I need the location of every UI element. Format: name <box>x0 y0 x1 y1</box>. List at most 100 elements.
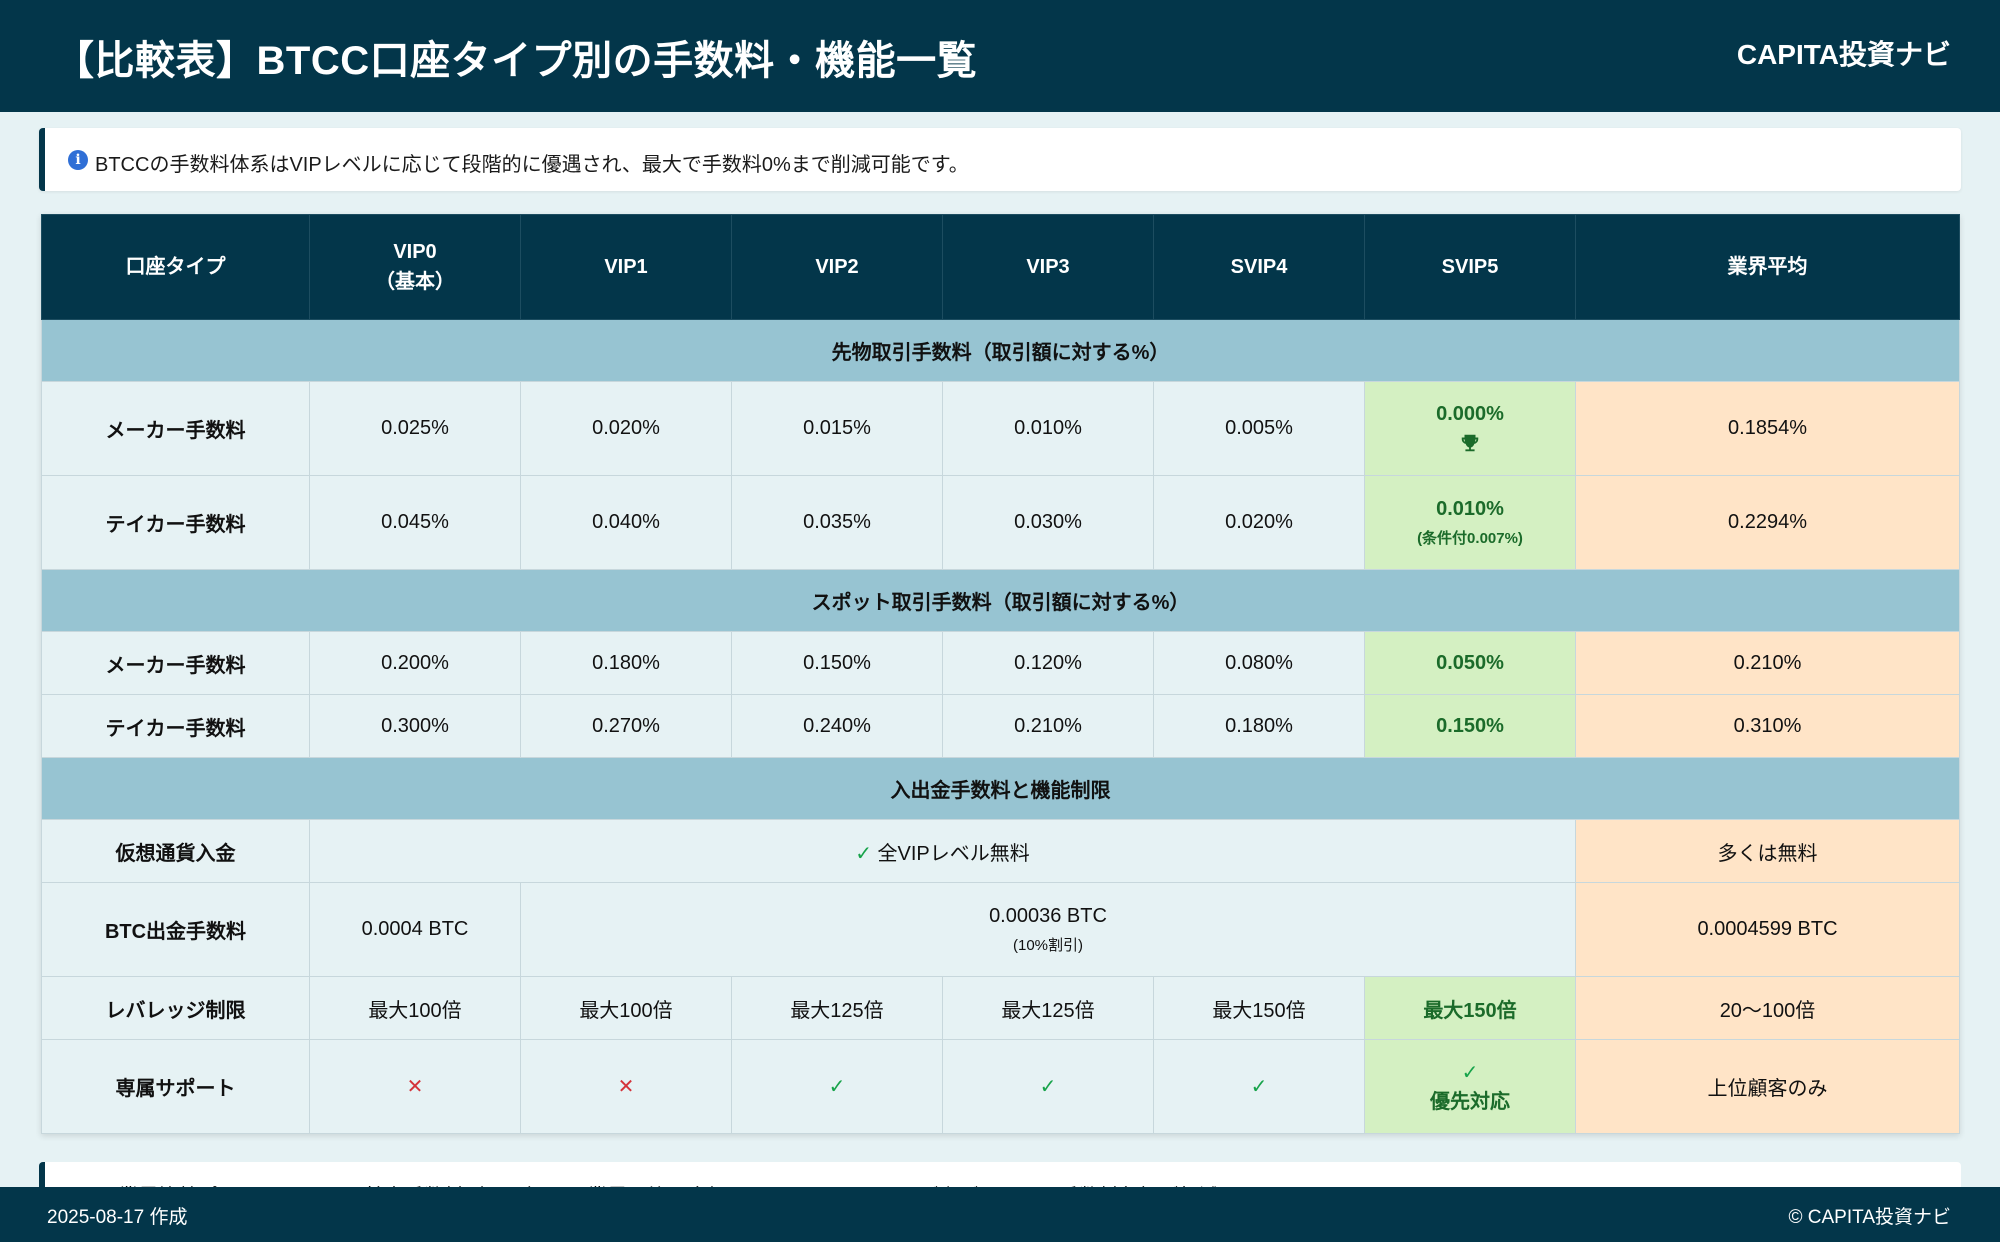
page-header: 【比較表】BTCC口座タイプ別の手数料・機能一覧 CAPITA投資ナビ <box>0 0 2000 112</box>
support-vip3: ✓ <box>942 1039 1154 1134</box>
notice-text: BTCCの手数料体系はVIPレベルに応じて段階的に優遇され、最大で手数料0%まで… <box>95 154 969 176</box>
futures-taker-vip2: 0.035% <box>731 475 943 570</box>
spot-maker-svip5: 0.050% <box>1364 631 1576 695</box>
spot-taker-average: 0.310% <box>1575 694 1960 758</box>
futures-maker-svip4: 0.005% <box>1153 381 1365 476</box>
row-label-btc-withdrawal: BTC出金手数料 <box>41 882 310 977</box>
table-row: メーカー手数料 0.025% 0.020% 0.015% 0.010% 0.00… <box>41 381 1960 476</box>
spot-maker-vip1: 0.180% <box>520 631 732 695</box>
section-title-spot: スポット取引手数料（取引額に対する%） <box>41 569 1960 632</box>
support-svip5-text: 優先対応 <box>1430 1090 1510 1113</box>
futures-maker-vip3: 0.010% <box>942 381 1154 476</box>
check-icon: ✓ <box>1039 1076 1057 1098</box>
col-header-svip5: SVIP5 <box>1364 214 1576 320</box>
spot-maker-vip0: 0.200% <box>309 631 521 695</box>
futures-maker-vip2: 0.015% <box>731 381 943 476</box>
btc-withdrawal-discount-note: (10%割引) <box>1012 936 1083 954</box>
leverage-svip5: 最大150倍 <box>1364 976 1576 1040</box>
check-icon: ✓ <box>855 842 872 865</box>
support-vip0: ✕ <box>309 1039 521 1134</box>
info-notice: i BTCCの手数料体系はVIPレベルに応じて段階的に優遇され、最大で手数料0%… <box>39 128 1961 191</box>
cross-icon: ✕ <box>617 1076 635 1098</box>
page-footer: 2025-08-17 作成 © CAPITA投資ナビ <box>0 1187 2000 1242</box>
col-header-vip0-name: VIP0 <box>393 241 437 263</box>
leverage-vip0: 最大100倍 <box>309 976 521 1040</box>
table-row: 専属サポート ✕ ✕ ✓ ✓ ✓ ✓ 優先対応 上位顧客のみ <box>41 1039 1960 1134</box>
btc-withdrawal-others: 0.00036 BTC <box>989 904 1107 927</box>
spot-maker-average: 0.210% <box>1575 631 1960 695</box>
crypto-deposit-average: 多くは無料 <box>1575 819 1960 883</box>
spot-taker-svip5: 0.150% <box>1364 694 1576 758</box>
futures-taker-svip5-cell: 0.010% (条件付0.007%) <box>1364 475 1576 570</box>
row-label-spot-maker: メーカー手数料 <box>41 631 310 695</box>
support-vip2: ✓ <box>731 1039 943 1134</box>
table-header-row: 口座タイプ VIP0 （基本） VIP1 VIP2 VIP3 SVIP4 SVI… <box>41 214 1960 320</box>
btc-withdrawal-average: 0.0004599 BTC <box>1575 882 1960 977</box>
row-label-crypto-deposit: 仮想通貨入金 <box>41 819 310 883</box>
futures-maker-vip0: 0.025% <box>309 381 521 476</box>
support-svip5: ✓ 優先対応 <box>1364 1039 1576 1134</box>
check-icon: ✓ <box>828 1076 846 1098</box>
table-row: レバレッジ制限 最大100倍 最大100倍 最大125倍 最大125倍 最大15… <box>41 976 1960 1040</box>
row-label-futures-maker: メーカー手数料 <box>41 381 310 476</box>
futures-taker-average: 0.2294% <box>1575 475 1960 570</box>
table-row: BTC出金手数料 0.0004 BTC 0.00036 BTC (10%割引) … <box>41 882 1960 977</box>
info-icon: i <box>68 150 88 170</box>
leverage-average: 20〜100倍 <box>1575 976 1960 1040</box>
leverage-vip3: 最大125倍 <box>942 976 1154 1040</box>
col-header-industry-average: 業界平均 <box>1575 214 1960 320</box>
brand-name[interactable]: CAPITA投資ナビ <box>1737 33 1951 73</box>
created-date: 2025-08-17 作成 <box>47 1207 188 1228</box>
futures-taker-svip4: 0.020% <box>1153 475 1365 570</box>
col-header-svip4: SVIP4 <box>1153 214 1365 320</box>
crypto-deposit-value: 全VIPレベル無料 <box>877 842 1030 865</box>
col-header-vip3: VIP3 <box>942 214 1154 320</box>
btc-withdrawal-others-cell: 0.00036 BTC (10%割引) <box>520 882 1576 977</box>
col-header-vip2: VIP2 <box>731 214 943 320</box>
spot-maker-svip4: 0.080% <box>1153 631 1365 695</box>
futures-maker-vip1: 0.020% <box>520 381 732 476</box>
leverage-vip1: 最大100倍 <box>520 976 732 1040</box>
spot-maker-vip3: 0.120% <box>942 631 1154 695</box>
futures-taker-vip0: 0.045% <box>309 475 521 570</box>
futures-maker-svip5: 0.000% <box>1436 403 1504 425</box>
spot-maker-vip2: 0.150% <box>731 631 943 695</box>
futures-taker-vip3: 0.030% <box>942 475 1154 570</box>
page-title: 【比較表】BTCC口座タイプ別の手数料・機能一覧 <box>54 39 978 83</box>
check-icon: ✓ <box>1461 1061 1479 1084</box>
table-row: メーカー手数料 0.200% 0.180% 0.150% 0.120% 0.08… <box>41 631 1960 695</box>
spot-taker-vip2: 0.240% <box>731 694 943 758</box>
crypto-deposit-all-cell: ✓ 全VIPレベル無料 <box>309 819 1576 883</box>
futures-maker-svip5-cell: 0.000% <box>1364 381 1576 476</box>
section-title-funding: 入出金手数料と機能制限 <box>41 757 1960 820</box>
row-label-dedicated-support: 専属サポート <box>41 1039 310 1134</box>
table-row: テイカー手数料 0.045% 0.040% 0.035% 0.030% 0.02… <box>41 475 1960 570</box>
table-row: 仮想通貨入金 ✓ 全VIPレベル無料 多くは無料 <box>41 819 1960 883</box>
support-vip1: ✕ <box>520 1039 732 1134</box>
spot-taker-svip4: 0.180% <box>1153 694 1365 758</box>
col-header-vip0-sub: （基本） <box>375 271 455 293</box>
futures-taker-svip5-note: (条件付0.007%) <box>1417 529 1523 547</box>
btc-withdrawal-vip0: 0.0004 BTC <box>309 882 521 977</box>
leverage-vip2: 最大125倍 <box>731 976 943 1040</box>
col-header-vip0: VIP0 （基本） <box>309 214 521 320</box>
table-row: テイカー手数料 0.300% 0.270% 0.240% 0.210% 0.18… <box>41 694 1960 758</box>
col-header-account-type: 口座タイプ <box>41 214 310 320</box>
check-icon: ✓ <box>1250 1076 1268 1098</box>
futures-maker-average: 0.1854% <box>1575 381 1960 476</box>
section-row-spot: スポット取引手数料（取引額に対する%） <box>41 569 1960 632</box>
row-label-spot-taker: テイカー手数料 <box>41 694 310 758</box>
row-label-futures-taker: テイカー手数料 <box>41 475 310 570</box>
leverage-svip4: 最大150倍 <box>1153 976 1365 1040</box>
section-row-futures: 先物取引手数料（取引額に対する%） <box>41 319 1960 382</box>
section-title-futures: 先物取引手数料（取引額に対する%） <box>41 319 1960 382</box>
spot-taker-vip1: 0.270% <box>520 694 732 758</box>
trophy-icon <box>1461 434 1479 452</box>
support-average: 上位顧客のみ <box>1575 1039 1960 1134</box>
futures-taker-vip1: 0.040% <box>520 475 732 570</box>
futures-taker-svip5: 0.010% <box>1436 497 1504 520</box>
cross-icon: ✕ <box>406 1076 424 1098</box>
fee-comparison-table: 口座タイプ VIP0 （基本） VIP1 VIP2 VIP3 SVIP4 SVI… <box>41 214 1960 1134</box>
section-row-funding: 入出金手数料と機能制限 <box>41 757 1960 820</box>
support-svip4: ✓ <box>1153 1039 1365 1134</box>
